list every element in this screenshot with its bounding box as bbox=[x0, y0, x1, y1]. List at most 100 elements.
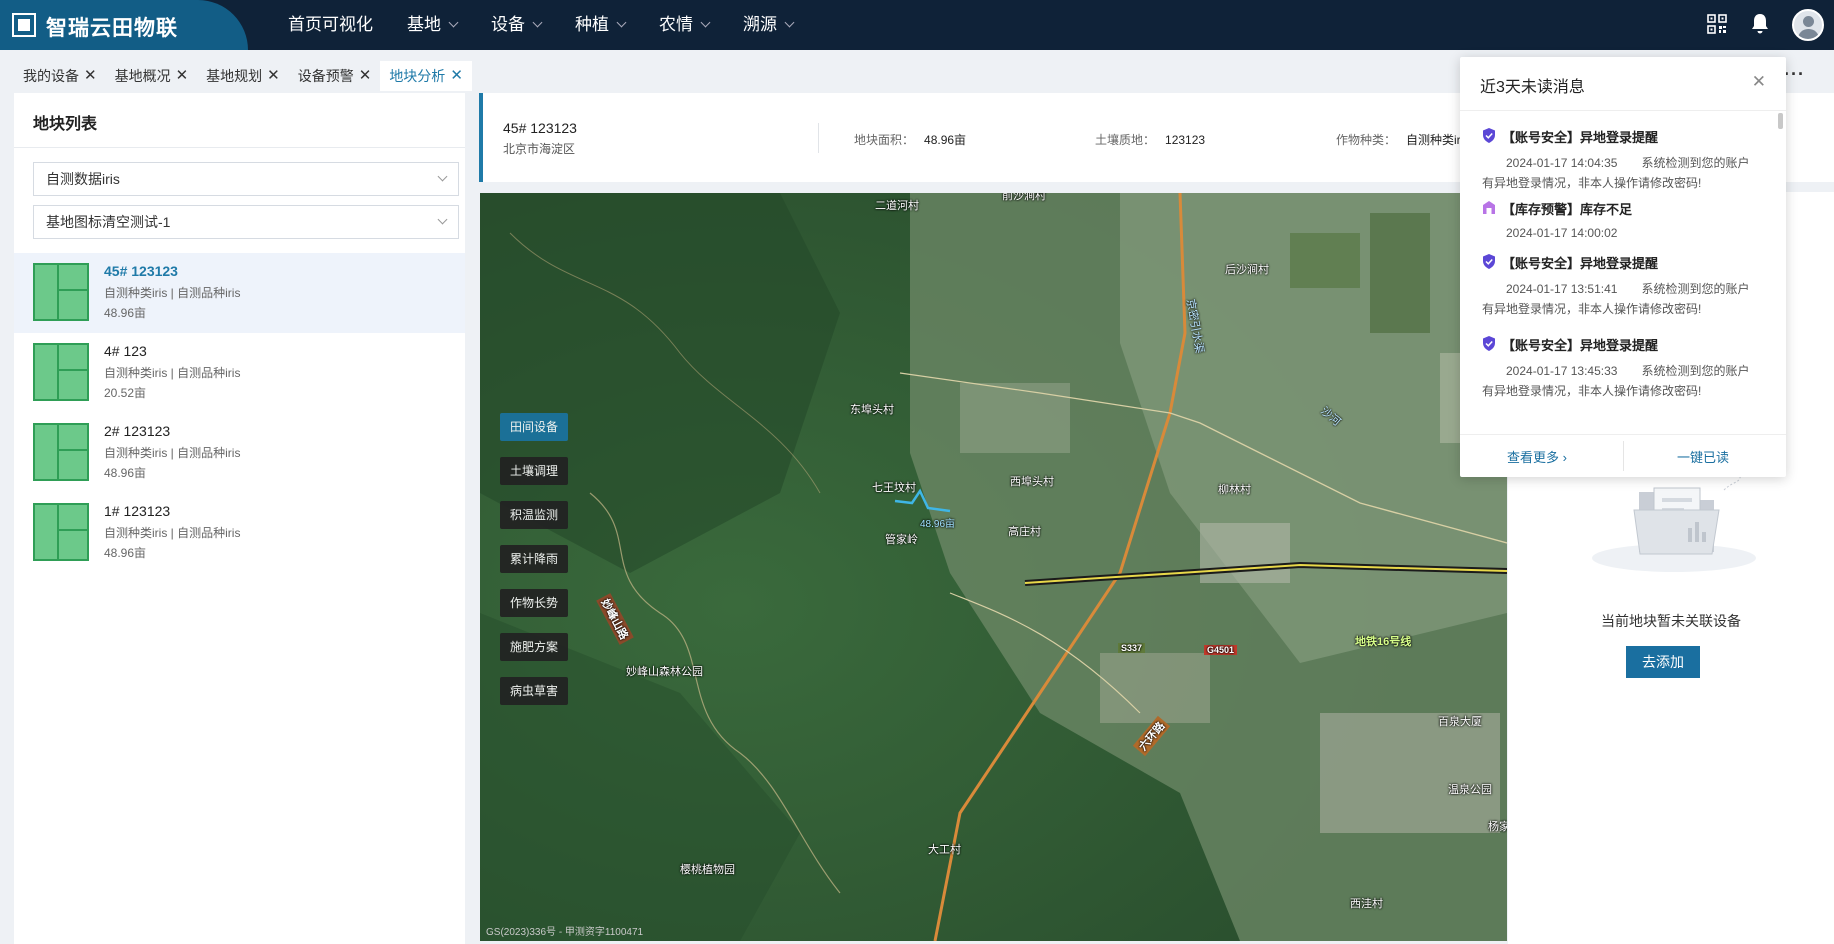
tab-base-planning[interactable]: 基地规划 ✕ bbox=[197, 61, 289, 91]
plot-name: 45# 123123 bbox=[104, 263, 178, 279]
layer-button-soil[interactable]: 土壤调理 bbox=[500, 457, 568, 485]
nav-item-base[interactable]: 基地 bbox=[407, 0, 459, 50]
chevron-down-icon bbox=[437, 171, 448, 182]
chevron-down-icon bbox=[700, 17, 711, 28]
plot-name: 1# 123123 bbox=[104, 503, 171, 519]
warehouse-icon bbox=[1483, 201, 1495, 214]
mark-all-read-button[interactable]: 一键已读 bbox=[1677, 447, 1729, 466]
layer-button-field-devices[interactable]: 田间设备 bbox=[500, 413, 568, 441]
notification-time: 2024-01-17 14:04:35 系统检测到您的账户 bbox=[1482, 154, 1764, 171]
map-label: 西洼村 bbox=[1350, 898, 1383, 910]
popup-footer: 查看更多 › 一键已读 bbox=[1460, 434, 1786, 474]
notification-item[interactable]: 【账号安全】异地登录提醒 2024-01-17 13:45:33 系统检测到您的账… bbox=[1482, 335, 1764, 399]
nav-item-home[interactable]: 首页可视化 bbox=[288, 0, 373, 50]
plot-name: 4# 123 bbox=[104, 343, 147, 359]
layer-button-accumulated-temp[interactable]: 积温监测 bbox=[500, 501, 568, 529]
map-label: 温泉公园 bbox=[1448, 784, 1492, 796]
plot-thumbnail bbox=[33, 343, 89, 401]
plot-meta: 自测种类iris | 自测品种iris bbox=[104, 446, 241, 460]
scrollbar[interactable] bbox=[1778, 113, 1783, 129]
notification-item[interactable]: 【账号安全】异地登录提醒 2024-01-17 14:04:35 系统检测到您的账… bbox=[1482, 127, 1764, 191]
plot-area: 20.52亩 bbox=[104, 386, 147, 400]
plot-thumbnail bbox=[33, 503, 89, 561]
notification-list[interactable]: 【账号安全】异地登录提醒 2024-01-17 14:04:35 系统检测到您的账… bbox=[1460, 111, 1786, 427]
divider bbox=[1623, 441, 1624, 471]
close-icon[interactable]: ✕ bbox=[267, 61, 280, 91]
plot-area-field: 地块面积： 48.96亩 bbox=[854, 131, 966, 148]
brand-logo[interactable]: 智瑞云田物联 bbox=[0, 0, 248, 50]
close-icon[interactable]: ✕ bbox=[1752, 72, 1766, 92]
map-label: 西埠头村 bbox=[1010, 476, 1054, 488]
shield-icon bbox=[1483, 254, 1495, 269]
nav-item-traceability[interactable]: 溯源 bbox=[743, 0, 795, 50]
notification-snippet: 系统检测到您的账户 bbox=[1641, 156, 1750, 170]
notification-item[interactable]: 【账号安全】异地登录提醒 2024-01-17 13:51:41 系统检测到您的账… bbox=[1482, 253, 1764, 317]
notification-title: 【库存预警】库存不足 bbox=[1482, 199, 1764, 218]
map-label: 高庄村 bbox=[1008, 526, 1041, 538]
list-item[interactable]: 45# 123123 自测种类iris | 自测品种iris 48.96亩 bbox=[14, 253, 465, 333]
link-label: 查看更多 bbox=[1507, 450, 1560, 465]
map-label: 二道河村 bbox=[875, 200, 919, 212]
page-tabs: 我的设备 ✕ 基地概况 ✕ 基地规划 ✕ 设备预警 ✕ 地块分析 ✕ bbox=[14, 60, 472, 92]
list-item[interactable]: 2# 123123 自测种类iris | 自测品种iris 48.96亩 bbox=[14, 413, 465, 493]
base-select[interactable]: 基地图标清空测试-1 bbox=[33, 205, 459, 239]
plot-meta: 自测种类iris | 自测品种iris bbox=[104, 526, 241, 540]
chevron-down-icon bbox=[784, 17, 795, 28]
notification-item[interactable]: 【库存预警】库存不足 2024-01-17 14:00:02 bbox=[1482, 199, 1764, 240]
nav-label: 基地 bbox=[407, 15, 441, 34]
notification-title: 【账号安全】异地登录提醒 bbox=[1482, 127, 1764, 146]
tab-label: 地块分析 bbox=[389, 68, 446, 84]
nav-label: 种植 bbox=[575, 15, 609, 34]
layer-button-fertilization[interactable]: 施肥方案 bbox=[500, 633, 568, 661]
satellite-map[interactable]: 二道河村 前沙涧村 后沙涧村 东埠头村 七王坟村 西埠头村 柳林村 管家岭 高庄… bbox=[480, 193, 1507, 941]
plot-meta: 自测种类iris | 自测品种iris bbox=[104, 366, 241, 380]
qrcode-icon[interactable] bbox=[1707, 14, 1727, 34]
plot-meta: 自测种类iris | 自测品种iris bbox=[104, 286, 241, 300]
layer-button-pests[interactable]: 病虫草害 bbox=[500, 677, 568, 705]
divider bbox=[14, 147, 465, 148]
close-icon[interactable]: ✕ bbox=[84, 61, 97, 91]
empty-state-text: 当前地块暂未关联设备 bbox=[1601, 613, 1741, 629]
tab-my-devices[interactable]: 我的设备 ✕ bbox=[14, 61, 106, 91]
empty-folder-illustration bbox=[1592, 471, 1756, 572]
layer-button-rainfall[interactable]: 累计降雨 bbox=[500, 545, 568, 573]
tab-label: 设备预警 bbox=[297, 68, 354, 84]
more-icon[interactable]: ··· bbox=[1784, 64, 1805, 85]
add-device-button[interactable]: 去添加 bbox=[1626, 646, 1700, 678]
map-label: 前沙涧村 bbox=[1002, 193, 1046, 202]
plot-area-label: 48.96亩 bbox=[920, 519, 956, 530]
list-item[interactable]: 4# 123 自测种类iris | 自测品种iris 20.52亩 bbox=[14, 333, 465, 413]
map-label: 东埠头村 bbox=[850, 404, 894, 416]
close-icon[interactable]: ✕ bbox=[450, 61, 463, 91]
tab-device-alerts[interactable]: 设备预警 ✕ bbox=[289, 61, 381, 91]
bell-icon[interactable] bbox=[1750, 13, 1770, 35]
nav-item-agri-condition[interactable]: 农情 bbox=[659, 0, 711, 50]
nav-item-planting[interactable]: 种植 bbox=[575, 0, 627, 50]
avatar[interactable] bbox=[1792, 9, 1824, 41]
field-value: 123123 bbox=[1165, 133, 1206, 147]
tab-plot-analysis[interactable]: 地块分析 ✕ bbox=[380, 61, 472, 91]
map-label: 妙峰山森林公园 bbox=[626, 666, 703, 678]
app-title: 智瑞云田物联 bbox=[46, 17, 178, 40]
map-label: 后沙涧村 bbox=[1225, 264, 1269, 276]
notification-time: 2024-01-17 13:45:33 系统检测到您的账户 bbox=[1482, 362, 1764, 379]
nav-label: 溯源 bbox=[743, 15, 777, 34]
notification-body: 有异地登录情况，非本人操作请修改密码! bbox=[1482, 302, 1702, 316]
data-source-select[interactable]: 自测数据iris bbox=[33, 162, 459, 196]
plot-thumbnail bbox=[33, 423, 89, 481]
close-icon[interactable]: ✕ bbox=[359, 61, 372, 91]
nav-item-device[interactable]: 设备 bbox=[491, 0, 543, 50]
timestamp: 2024-01-17 14:00:02 bbox=[1506, 226, 1618, 240]
list-item[interactable]: 1# 123123 自测种类iris | 自测品种iris 48.96亩 bbox=[14, 493, 465, 573]
logo-icon bbox=[12, 13, 36, 37]
panel-title: 地块列表 bbox=[33, 116, 98, 133]
notification-time: 2024-01-17 14:00:02 bbox=[1482, 226, 1764, 240]
view-more-link[interactable]: 查看更多 › bbox=[1507, 447, 1567, 466]
tab-label: 我的设备 bbox=[23, 68, 79, 84]
layer-button-crop-growth[interactable]: 作物长势 bbox=[500, 589, 568, 617]
tab-base-overview[interactable]: 基地概况 ✕ bbox=[106, 61, 198, 91]
notification-body: 有异地登录情况，非本人操作请修改密码! bbox=[1482, 176, 1702, 190]
plot-title: 45# 123123 bbox=[503, 120, 577, 136]
timestamp: 2024-01-17 13:51:41 bbox=[1506, 282, 1618, 296]
close-icon[interactable]: ✕ bbox=[176, 61, 189, 91]
